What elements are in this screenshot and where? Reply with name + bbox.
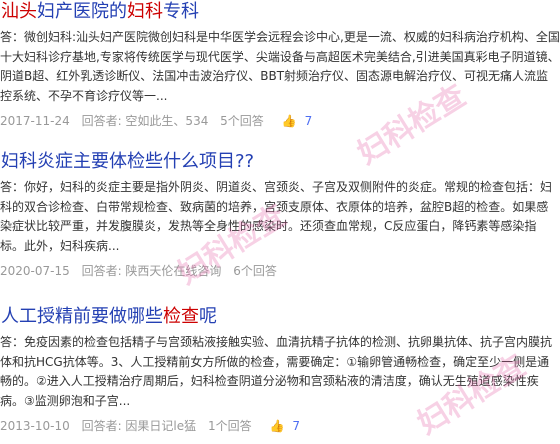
- result-3-date: 2013-10-10: [0, 419, 70, 433]
- result-1-title-highlight-2: 妇科: [127, 1, 163, 22]
- result-3-meta: 2013-10-10 回答者: 因果日记le猛 1个回答 👍 7: [0, 417, 560, 435]
- result-1-likes: 7: [304, 114, 313, 128]
- search-result-3: 人工授精前要做哪些检查呢 答：免疫因素的检查包括精子与宫颈粘液接触实验、血清抗精…: [0, 305, 560, 435]
- result-1-title-highlight-1: 汕头: [1, 1, 37, 22]
- result-1-title[interactable]: 汕头妇产医院的妇科专科: [0, 0, 560, 24]
- result-3-title-highlight: 检查: [163, 306, 199, 327]
- result-3-title-text-1: 人工授精前要做哪些: [1, 306, 163, 327]
- result-1-answer-count[interactable]: 5个回答: [220, 114, 264, 128]
- result-1-meta: 2017-11-24 回答者: 空如此生、534 5个回答 👍 7: [0, 112, 560, 130]
- result-2-meta: 2020-07-15 回答者: 陕西天伦在线咨询 6个回答: [0, 262, 560, 280]
- result-3-likes: 7: [292, 419, 301, 433]
- result-2-answerer[interactable]: 回答者: 陕西天伦在线咨询: [82, 264, 222, 278]
- thumbs-up-icon[interactable]: 👍: [269, 419, 284, 433]
- result-2-abstract: 答：你好，妇科的炎症主要是指外阴炎、阴道炎、宫颈炎、子宫及双侧附件的炎症。常规的…: [0, 180, 553, 253]
- result-1-title-text-2: 专科: [163, 1, 199, 22]
- result-3-answer-count[interactable]: 1个回答: [208, 419, 252, 433]
- result-3-title-text-2: 呢: [199, 306, 217, 327]
- thumbs-up-icon[interactable]: 👍: [282, 114, 297, 128]
- result-1-title-text-1: 妇产医院的: [37, 1, 127, 22]
- search-result-2: 妇科炎症主要体检些什么项目?? 答：你好，妇科的炎症主要是指外阴炎、阴道炎、宫颈…: [0, 150, 560, 280]
- result-2-title[interactable]: 妇科炎症主要体检些什么项目??: [0, 150, 560, 174]
- result-3-title[interactable]: 人工授精前要做哪些检查呢: [0, 305, 560, 329]
- result-1-date: 2017-11-24: [0, 114, 70, 128]
- result-1-answerer[interactable]: 回答者: 空如此生、534: [82, 114, 209, 128]
- result-3-abstract: 答：免疫因素的检查包括精子与宫颈粘液接触实验、血清抗精子抗体的检测、抗卵巢抗体、…: [0, 335, 553, 408]
- search-result-1: 汕头妇产医院的妇科专科 答：微创妇科:汕头妇产医院微创妇科是中华医学会远程会诊中…: [0, 0, 560, 130]
- result-1-abstract: 答：微创妇科:汕头妇产医院微创妇科是中华医学会远程会诊中心,更是一流、权威的妇科…: [0, 30, 560, 103]
- result-2-answer-count[interactable]: 6个回答: [233, 264, 277, 278]
- result-3-answerer[interactable]: 回答者: 因果日记le猛: [82, 419, 197, 433]
- result-2-date: 2020-07-15: [0, 264, 70, 278]
